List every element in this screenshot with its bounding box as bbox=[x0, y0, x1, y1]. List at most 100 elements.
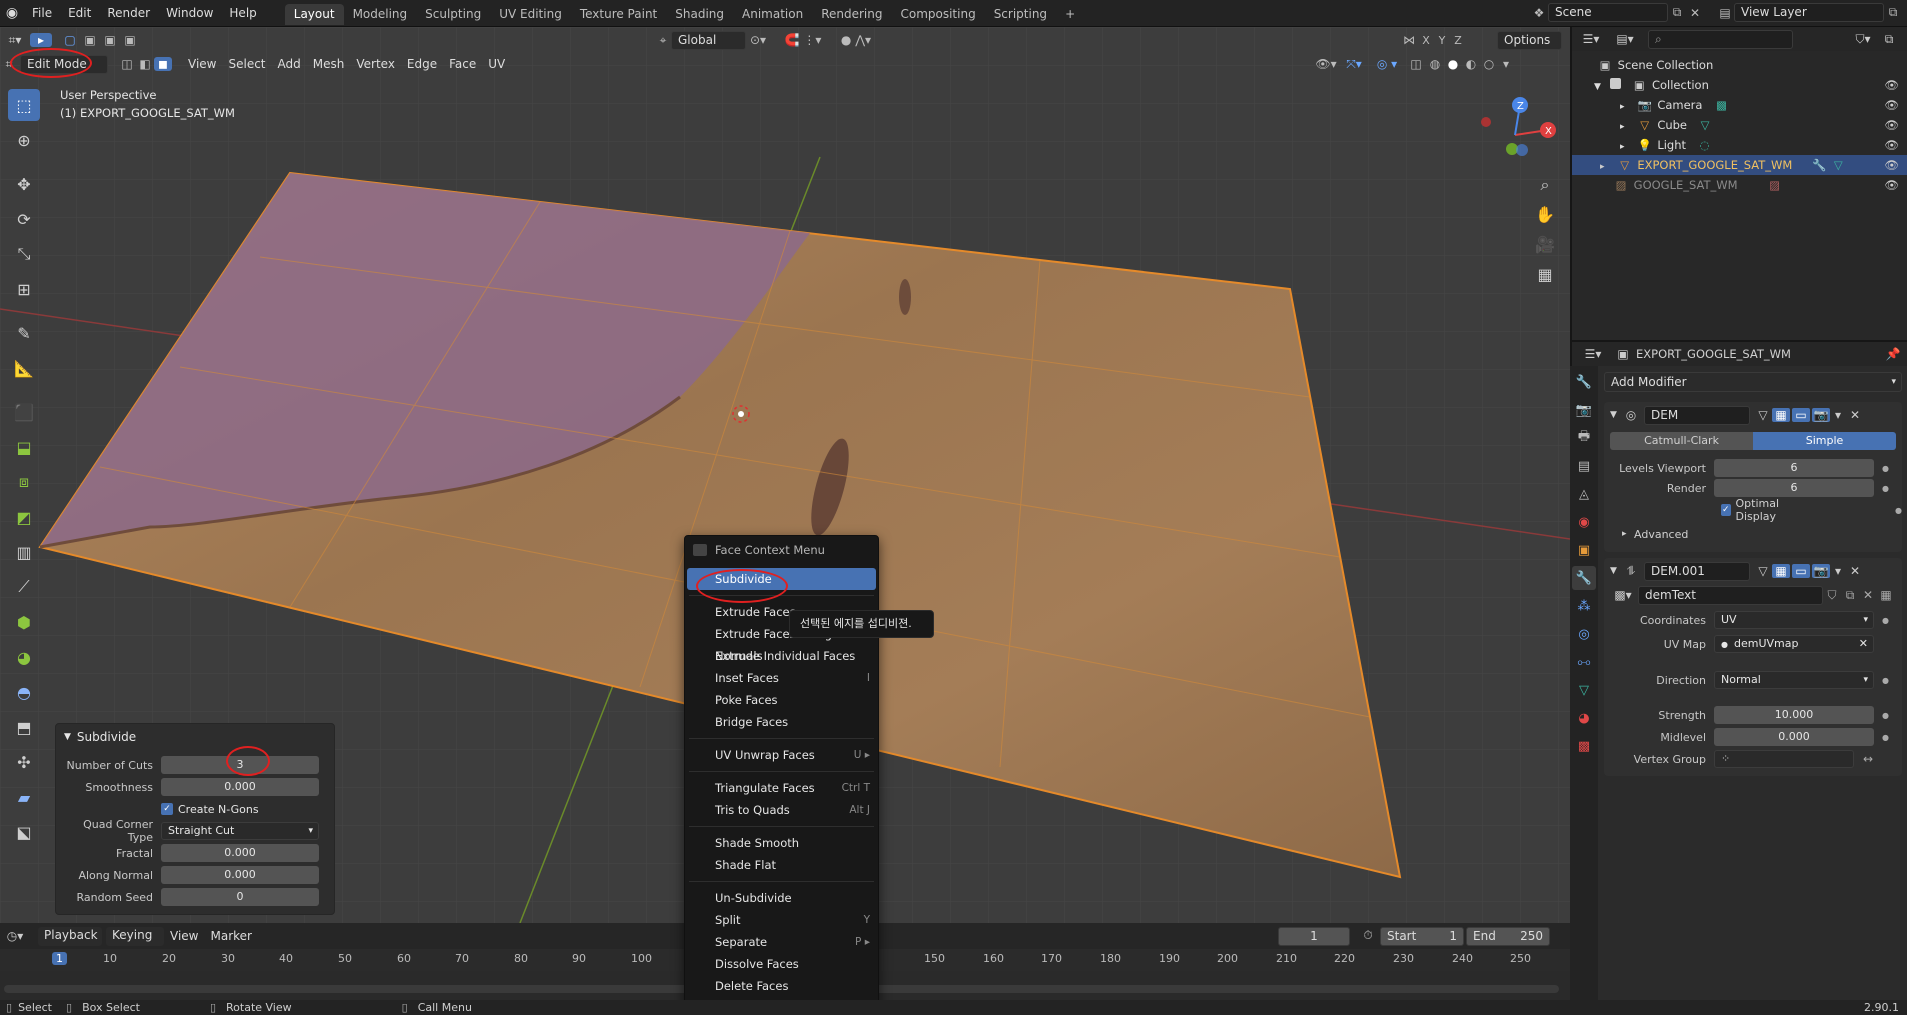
menu-add[interactable]: Add bbox=[272, 54, 307, 74]
render-toggle-icon[interactable]: 📷 bbox=[1812, 564, 1830, 578]
current-frame-field[interactable]: 1 bbox=[1278, 927, 1350, 946]
texture-name-field[interactable]: demText bbox=[1638, 585, 1823, 605]
zoom-icon[interactable]: ⌕ bbox=[1532, 170, 1558, 200]
outliner-item-camera[interactable]: ▸ 📷 Camera ▩ 👁 bbox=[1572, 95, 1907, 115]
overlay-icon[interactable]: ◎ ▾ bbox=[1368, 57, 1406, 71]
menu-view[interactable]: View bbox=[182, 54, 222, 74]
edge-slide-tool-icon[interactable]: ⬒ bbox=[8, 711, 40, 743]
mirror-y-toggle[interactable]: Y bbox=[1434, 34, 1450, 47]
menu-item-dissolve-faces[interactable]: Dissolve Faces bbox=[685, 953, 878, 975]
menu-edit[interactable]: Edit bbox=[60, 0, 99, 27]
tab-rendering[interactable]: Rendering bbox=[812, 4, 891, 25]
solid-shading-icon[interactable]: ● bbox=[1444, 57, 1462, 71]
simple-button[interactable]: Simple bbox=[1753, 432, 1896, 450]
mirror-x-toggle[interactable]: X bbox=[1418, 34, 1434, 47]
start-frame-field[interactable]: Start 1 bbox=[1380, 927, 1464, 946]
copy-layer-icon[interactable]: ⧉ bbox=[1884, 5, 1902, 20]
operator-panel-header[interactable]: ▼ Subdivide bbox=[56, 724, 334, 750]
properties-editor-icon[interactable]: ☰▾ bbox=[1580, 347, 1606, 361]
mirror-z-toggle[interactable]: Z bbox=[1450, 34, 1466, 47]
outliner-item-cube[interactable]: ▸ ▽ Cube ▽ 👁 bbox=[1572, 115, 1907, 135]
options-dropdown[interactable]: Options bbox=[1497, 30, 1562, 50]
editor-type-icon[interactable]: ⌗▾ bbox=[0, 33, 30, 48]
menu-item-delete-faces[interactable]: Delete Faces bbox=[685, 975, 878, 997]
cursor-tool-icon[interactable]: ⊕ bbox=[8, 124, 40, 156]
physics-tab-icon[interactable]: ◎ bbox=[1572, 622, 1596, 646]
navigation-gizmo[interactable]: X Z bbox=[1470, 90, 1560, 180]
render-tab-icon[interactable]: 📷 bbox=[1572, 398, 1596, 422]
material-tab-icon[interactable]: ◕ bbox=[1572, 706, 1596, 730]
fake-user-icon[interactable]: ⛉ bbox=[1823, 588, 1841, 603]
ortho-grid-icon[interactable]: ▦ bbox=[1532, 260, 1558, 290]
menu-item-shade-smooth[interactable]: Shade Smooth bbox=[685, 832, 878, 854]
levels-viewport-field[interactable]: 6 bbox=[1714, 459, 1874, 477]
display-mode-icon[interactable]: ▤▾ bbox=[1610, 32, 1640, 46]
direction-dropdown[interactable]: Normal ▾ bbox=[1714, 671, 1874, 689]
chevron-down-icon[interactable]: ▾ bbox=[1830, 564, 1846, 578]
menu-item-bridge-faces[interactable]: Bridge Faces bbox=[685, 711, 878, 733]
filter-icon[interactable]: ⛉▾ bbox=[1853, 32, 1873, 47]
along-normal-field[interactable]: 0.000 bbox=[161, 866, 319, 884]
view-layer-tab-icon[interactable]: ▤ bbox=[1572, 454, 1596, 478]
keyframe-dot-icon[interactable]: ● bbox=[1882, 464, 1889, 473]
data-tab-icon[interactable]: ▽ bbox=[1572, 678, 1596, 702]
tab-animation[interactable]: Animation bbox=[733, 4, 812, 25]
knife-tool-icon[interactable]: ⟋ bbox=[8, 571, 40, 603]
add-cube-tool-icon[interactable]: ⬛ bbox=[8, 396, 40, 428]
timeline-editor-icon[interactable]: ◷▾ bbox=[0, 929, 30, 943]
menu-window[interactable]: Window bbox=[158, 0, 221, 27]
cage-toggle-icon[interactable]: ▦ bbox=[1772, 408, 1790, 422]
new-collection-icon[interactable]: ⧉ bbox=[1879, 32, 1899, 47]
close-icon[interactable]: ✕ bbox=[1846, 564, 1864, 578]
cage-toggle-icon[interactable]: ▦ bbox=[1772, 564, 1790, 578]
outliner-item-google-sat[interactable]: ▨ GOOGLE_SAT_WM ▨ 👁 bbox=[1572, 175, 1907, 195]
scene-tab-icon[interactable]: ◬ bbox=[1572, 482, 1596, 506]
rip-tool-icon[interactable]: ⬕ bbox=[8, 816, 40, 848]
pin-icon[interactable] bbox=[693, 544, 707, 556]
select-mode-intersect-icon[interactable]: ▣ bbox=[120, 33, 140, 47]
outliner-item-light[interactable]: ▸ 💡 Light ◌ 👁 bbox=[1572, 135, 1907, 155]
eye-icon[interactable]: 👁 bbox=[1884, 155, 1899, 175]
checkbox-icon[interactable] bbox=[1609, 78, 1621, 89]
outliner-item-collection[interactable]: ▼ ▣ Collection 👁 bbox=[1572, 75, 1907, 95]
select-mode-subtract-icon[interactable]: ▣ bbox=[100, 33, 120, 47]
menu-item-triangulate[interactable]: Triangulate Faces Ctrl T bbox=[685, 777, 878, 799]
outliner-item-export-google-sat[interactable]: ▸ ▽ EXPORT_GOOGLE_SAT_WM 🔧 ▽ 👁 bbox=[1572, 155, 1907, 175]
keyframe-dot-icon[interactable]: ● bbox=[1882, 733, 1889, 742]
viewport-toggle-icon[interactable]: ▭ bbox=[1792, 564, 1810, 578]
menu-item-extrude-individual[interactable]: Extrude Individual Faces bbox=[685, 645, 878, 667]
tab-texture-paint[interactable]: Texture Paint bbox=[571, 4, 666, 25]
scale-tool-icon[interactable]: ⤡ bbox=[8, 238, 40, 270]
smooth-tool-icon[interactable]: ◓ bbox=[8, 676, 40, 708]
keying-menu[interactable]: Keying bbox=[106, 926, 164, 946]
end-frame-field[interactable]: End 250 bbox=[1466, 927, 1550, 946]
modifier-name-field[interactable]: DEM bbox=[1644, 405, 1750, 425]
select-box-tool-icon[interactable]: ⬚ bbox=[8, 89, 40, 121]
visibility-icon[interactable]: 👁▾ bbox=[1312, 57, 1340, 71]
xray-icon[interactable]: ◫ bbox=[1406, 57, 1426, 71]
menu-mesh[interactable]: Mesh bbox=[307, 54, 351, 74]
keyframe-dot-icon[interactable]: ● bbox=[1895, 506, 1902, 515]
keyframe-dot-icon[interactable]: ● bbox=[1882, 711, 1889, 720]
texture-browse-icon[interactable]: ▩▾ bbox=[1610, 588, 1636, 602]
render-levels-field[interactable]: 6 bbox=[1714, 479, 1874, 497]
transform-tool-icon[interactable]: ⊞ bbox=[8, 273, 40, 305]
menu-item-poke-faces[interactable]: Poke Faces bbox=[685, 689, 878, 711]
create-ngons-checkbox[interactable]: ✓ bbox=[161, 803, 173, 815]
menu-face[interactable]: Face bbox=[443, 54, 482, 74]
shading-options-icon[interactable]: ▾ bbox=[1498, 57, 1514, 71]
rotate-tool-icon[interactable]: ⟳ bbox=[8, 203, 40, 235]
texture-tab-icon[interactable]: ▩ bbox=[1572, 734, 1596, 758]
tab-sculpting[interactable]: Sculpting bbox=[416, 4, 490, 25]
eye-icon[interactable]: 👁 bbox=[1884, 75, 1899, 95]
uvmap-field[interactable]: ● demUVmap ✕ bbox=[1714, 635, 1874, 653]
tab-scripting[interactable]: Scripting bbox=[985, 4, 1056, 25]
menu-select[interactable]: Select bbox=[222, 54, 271, 74]
expand-icon[interactable]: ▼ bbox=[1610, 410, 1622, 420]
wireframe-shading-icon[interactable]: ◍ bbox=[1426, 57, 1444, 71]
render-toggle-icon[interactable]: 📷 bbox=[1812, 408, 1830, 422]
modifier-tab-icon[interactable]: 🔧 bbox=[1572, 566, 1596, 590]
outliner-scene-collection[interactable]: ▣ Scene Collection bbox=[1572, 55, 1907, 75]
menu-item-shade-flat[interactable]: Shade Flat bbox=[685, 854, 878, 876]
eye-icon[interactable]: 👁 bbox=[1884, 135, 1899, 155]
